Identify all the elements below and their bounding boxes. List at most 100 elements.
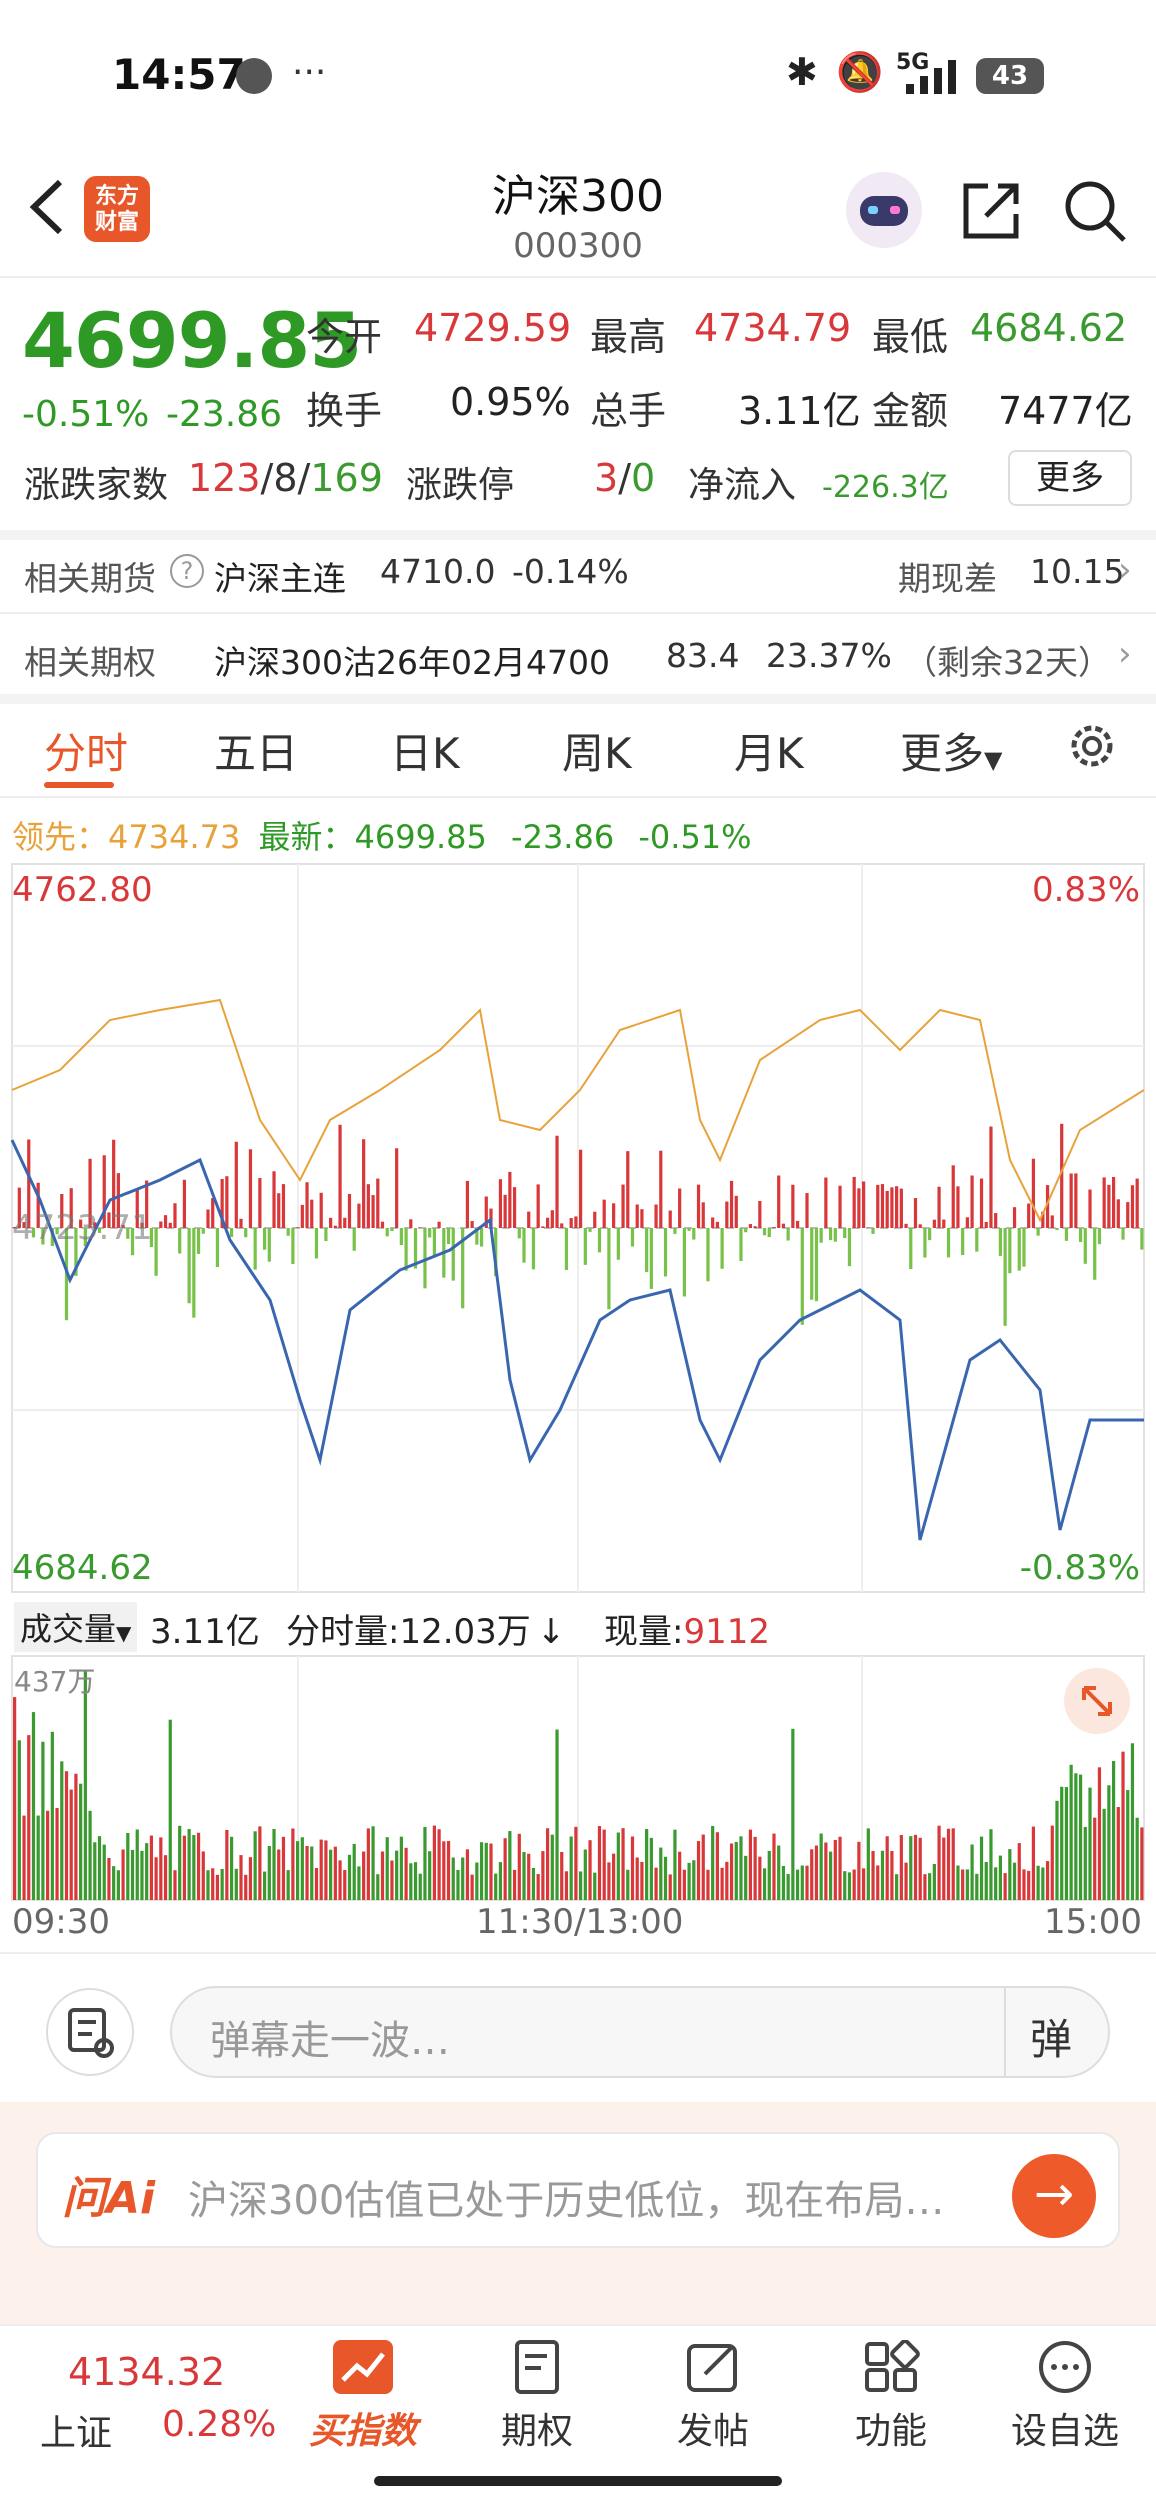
volume-bar <box>654 1867 658 1900</box>
nav-post[interactable]: 发帖 <box>638 2340 788 2454</box>
volume-selector[interactable]: 成交量▼ <box>14 1602 138 1652</box>
volume-bar <box>560 1852 564 1900</box>
flow-bar <box>1083 1228 1087 1264</box>
volume-bar <box>555 1729 559 1900</box>
flow-bar <box>319 1192 323 1228</box>
intraday-chart[interactable] <box>0 800 1156 1600</box>
tab-more[interactable]: 更多▼ <box>900 720 1002 781</box>
volume-bar <box>951 1828 955 1900</box>
flow-bar <box>791 1184 795 1228</box>
search-icon[interactable] <box>1062 178 1128 244</box>
expand-icon[interactable] <box>1064 1668 1130 1734</box>
chevron-right-icon[interactable]: › <box>1118 634 1132 674</box>
time-end: 15:00 <box>1044 1902 1142 1942</box>
flow-bar <box>404 1228 408 1271</box>
volume-bar <box>291 1828 295 1900</box>
flow-bar <box>645 1228 649 1273</box>
danmaku-list-icon[interactable] <box>46 1988 134 2076</box>
volume-bar <box>371 1826 375 1900</box>
flow-bar <box>762 1228 767 1236</box>
options-name[interactable]: 沪深300沽26年02月4700 <box>214 636 610 684</box>
flow-bar <box>880 1184 885 1228</box>
danmaku-input[interactable]: 弹幕走一波… 弹 <box>170 1986 1110 2078</box>
chart-bottom-price: 4684.62 <box>12 1548 153 1588</box>
volume-bar <box>781 1865 786 1900</box>
flow-bar <box>1078 1228 1083 1243</box>
flow-bar <box>527 1211 531 1228</box>
more-quote-button[interactable]: 更多 <box>1008 450 1132 506</box>
flow-bar <box>258 1178 262 1228</box>
nav-add-watchlist[interactable]: 设自选 <box>990 2340 1140 2454</box>
volume-bar <box>593 1872 597 1900</box>
volume-bar <box>857 1841 861 1900</box>
flow-bar <box>904 1223 908 1228</box>
change-value: -23.86 <box>166 394 283 435</box>
nav-functions[interactable]: 功能 <box>816 2339 966 2454</box>
flow-bar <box>376 1178 380 1228</box>
tab-daily-k[interactable]: 日K <box>390 720 460 781</box>
flow-bar <box>663 1228 668 1277</box>
volume-bar <box>352 1843 356 1900</box>
nav-options[interactable]: 期权 <box>462 2340 612 2454</box>
help-icon[interactable]: ? <box>170 554 204 588</box>
volume-bar <box>126 1832 130 1900</box>
danmaku-send-button[interactable]: 弹 <box>1030 2006 1072 2067</box>
tab-five-day[interactable]: 五日 <box>214 720 298 781</box>
flow-bar <box>560 1223 564 1228</box>
flow-bar <box>503 1194 507 1228</box>
flow-bar <box>225 1176 229 1228</box>
futures-name[interactable]: 沪深主连 <box>214 552 346 600</box>
flow-bar <box>800 1228 804 1325</box>
tab-intraday[interactable]: 分时 <box>44 720 128 781</box>
chevron-right-icon[interactable]: › <box>1118 550 1132 590</box>
settings-gear-icon[interactable] <box>1064 718 1120 774</box>
volume-bar <box>828 1851 833 1900</box>
flow-bar <box>1107 1184 1111 1228</box>
volume-bar <box>574 1826 578 1900</box>
flow-bar <box>385 1228 389 1237</box>
sh-index-pct[interactable]: 0.28% <box>162 2404 276 2445</box>
volume-bar <box>621 1828 625 1900</box>
flow-bar <box>277 1193 281 1228</box>
flow-bar <box>272 1171 276 1228</box>
volume-chart[interactable] <box>0 1650 1156 1910</box>
nav-buy-index[interactable]: 买指数 <box>288 2340 438 2454</box>
volume-bar <box>296 1841 300 1900</box>
arrow-right-icon[interactable]: → <box>1012 2154 1096 2238</box>
volume-bar <box>173 1870 177 1900</box>
volume-bar <box>550 1834 554 1900</box>
flow-bar <box>479 1228 484 1247</box>
chart-top-price: 4762.80 <box>12 870 153 910</box>
flow-bar <box>1140 1228 1144 1250</box>
danmaku-placeholder: 弹幕走一波… <box>210 2018 450 2064</box>
volume-bar <box>36 1815 40 1900</box>
flow-bar <box>300 1204 304 1228</box>
flow-bar <box>409 1219 413 1228</box>
volume-bar <box>305 1846 309 1900</box>
robot-assistant-icon[interactable] <box>846 172 922 248</box>
volume-bar <box>979 1836 984 1900</box>
tab-weekly-k[interactable]: 周K <box>562 720 632 781</box>
volume-bar <box>1041 1867 1045 1900</box>
volume-bar <box>107 1858 111 1900</box>
flow-bar <box>711 1217 715 1228</box>
sh-index-price[interactable]: 4134.32 <box>68 2350 225 2394</box>
sh-index-label[interactable]: 上证 <box>40 2404 112 2456</box>
share-icon[interactable] <box>958 178 1024 244</box>
volume-bar <box>904 1862 908 1900</box>
volume-bar <box>913 1834 918 1900</box>
volume-bar <box>314 1867 319 1900</box>
ai-banner[interactable]: 问Ai 沪深300估值已处于历史低位，现在布局… → <box>36 2132 1120 2248</box>
volume-bar <box>211 1868 215 1900</box>
high-value: 4734.79 <box>694 306 852 350</box>
flow-bar <box>913 1198 918 1228</box>
volume-bar <box>22 1815 26 1900</box>
volume-bar <box>588 1840 592 1900</box>
volume-bar <box>824 1842 828 1900</box>
volume-bar <box>17 1740 21 1900</box>
volume-bar <box>1017 1843 1021 1900</box>
volume-bar <box>489 1843 493 1900</box>
tab-monthly-k[interactable]: 月K <box>734 720 804 781</box>
volume-bar <box>239 1855 243 1900</box>
flow-bar <box>994 1213 998 1228</box>
